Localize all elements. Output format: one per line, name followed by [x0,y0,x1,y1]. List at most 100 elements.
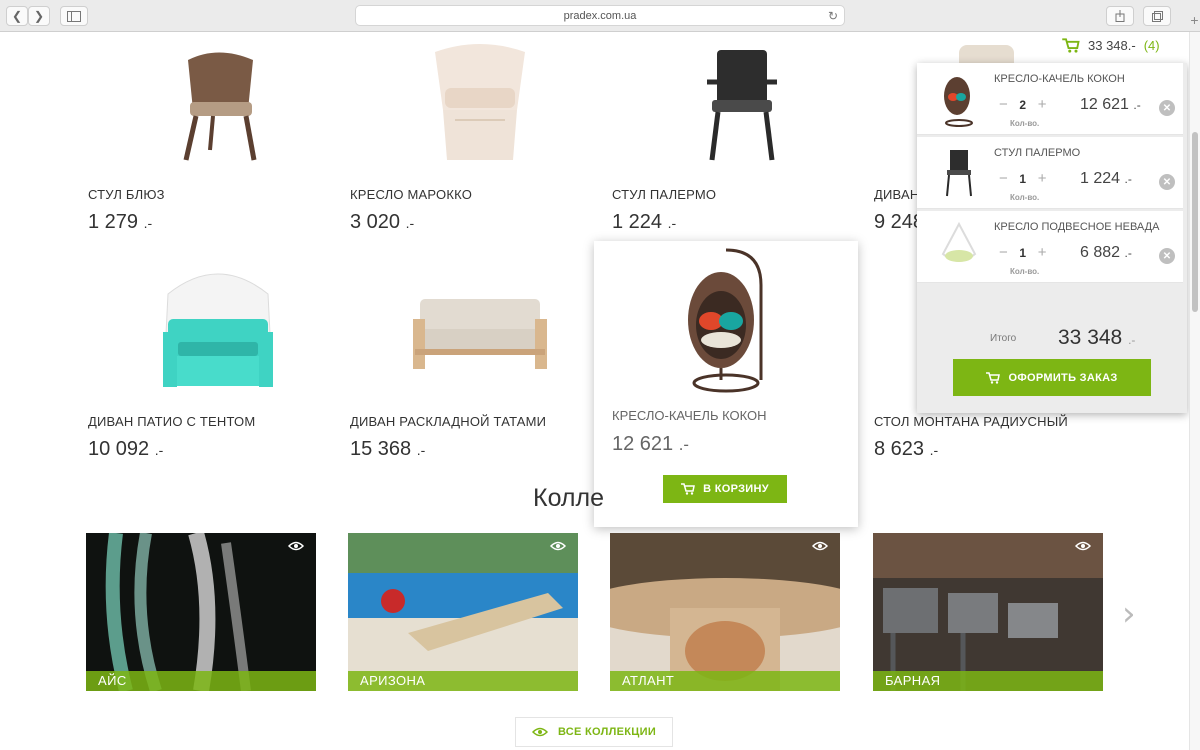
product-name[interactable]: ДИВАН РАСКЛАДНОЙ ТАТАМИ [350,414,546,429]
total-label: Итого [990,333,1017,344]
eye-icon[interactable] [550,541,566,551]
share-icon [1115,10,1125,22]
quantity-value[interactable]: 1 [1018,172,1028,186]
product-card-hovered[interactable]: КРЕСЛО-КАЧЕЛЬ КОКОН 12 621 .- В КОРЗИНУ [594,241,858,527]
product-image[interactable] [138,264,298,394]
collection-card[interactable]: БАРНАЯ [873,533,1103,691]
cart-item-name[interactable]: КРЕСЛО ПОДВЕСНОЕ НЕВАДА [994,221,1159,233]
product-image[interactable] [138,37,298,167]
collection-label[interactable]: АТЛАНТ [610,671,840,691]
collection-card[interactable]: АРИЗОНА [348,533,578,691]
scrollbar-thumb[interactable] [1192,132,1198,312]
quantity-stepper: − 1 + [999,170,1047,187]
collection-card[interactable]: АЙС [86,533,316,691]
product-price: 8 623 .- [874,438,939,460]
product-name[interactable]: ДИВАН [874,187,919,202]
cart-icon [986,371,1001,384]
page: СТУЛ БЛЮЗ 1 279 .- КРЕСЛО МАРОККО 3 020 … [0,32,1200,750]
product-card[interactable]: КРЕСЛО МАРОККО 3 020 .- [350,37,612,263]
all-collections-button[interactable]: ВСЕ КОЛЛЕКЦИИ [515,717,673,747]
product-name[interactable]: СТУЛ ПАЛЕРМО [612,187,716,202]
back-button[interactable]: ❮ [6,6,28,26]
sidebar-icon [67,10,81,22]
collection-image [873,533,1103,691]
minus-icon[interactable]: − [999,170,1008,187]
product-name[interactable]: СТОЛ МОНТАНА РАДИУСНЫЙ [874,414,1068,429]
minus-icon[interactable]: − [999,96,1008,113]
product-image[interactable] [676,245,776,397]
product-price: 1 224 .- [612,211,677,233]
checkout-label: ОФОРМИТЬ ЗАКАЗ [1008,371,1118,384]
product-price: 10 092 .- [88,438,164,460]
carousel-next-icon[interactable]: › [1122,594,1136,634]
collections-title: Колле [533,484,604,512]
plus-icon[interactable]: + [1038,170,1047,187]
add-to-cart-button[interactable]: В КОРЗИНУ [663,475,787,503]
product-name[interactable]: КРЕСЛО МАРОККО [350,187,472,202]
cart-icon [681,483,696,495]
product-price: 3 020 .- [350,211,415,233]
address-bar[interactable]: pradex.com.ua ↻ [355,5,845,26]
cart-dropdown: КРЕСЛО-КАЧЕЛЬ КОКОН − 2 + Кол-во. 12 621… [917,63,1187,413]
product-price: 15 368 .- [350,438,426,460]
forward-button[interactable]: ❯ [28,6,50,26]
cart-total: 33 348.- [1088,38,1136,53]
eye-icon [531,727,548,737]
cart-item-name[interactable]: КРЕСЛО-КАЧЕЛЬ КОКОН [994,73,1125,85]
cart-item-image [937,143,981,203]
cart-item-image [937,217,981,277]
product-image[interactable] [662,37,822,167]
product-card[interactable]: ДИВАН РАСКЛАДНОЙ ТАТАМИ 15 368 .- [350,264,612,490]
product-name[interactable]: КРЕСЛО-КАЧЕЛЬ КОКОН [612,408,767,423]
remove-item-icon[interactable]: ✕ [1159,174,1175,190]
collection-label[interactable]: АРИЗОНА [348,671,578,691]
collection-image [105,533,251,691]
collection-label[interactable]: БАРНАЯ [873,671,1103,691]
quantity-label: Кол-во. [1010,193,1040,202]
cart-item: КРЕСЛО ПОДВЕСНОЕ НЕВАДА − 1 + Кол-во. 6 … [917,211,1183,283]
product-card[interactable]: СТУЛ БЛЮЗ 1 279 .- [88,37,350,263]
plus-icon[interactable]: + [1038,244,1047,261]
cart-item-image [937,69,981,129]
reload-icon[interactable]: ↻ [828,9,838,23]
product-name[interactable]: СТУЛ БЛЮЗ [88,187,165,202]
all-collections-label: ВСЕ КОЛЛЕКЦИИ [557,726,657,738]
product-price: 1 279 .- [88,211,153,233]
eye-icon[interactable] [288,541,304,551]
cart-item-name[interactable]: СТУЛ ПАЛЕРМО [994,147,1080,159]
remove-item-icon[interactable]: ✕ [1159,248,1175,264]
add-to-cart-label: В КОРЗИНУ [703,483,769,495]
product-card[interactable]: ДИВАН ПАТИО С ТЕНТОМ 10 092 .- [88,264,350,490]
share-button[interactable] [1106,6,1134,26]
product-price: 12 621 .- [612,433,689,455]
eye-icon[interactable] [1075,541,1091,551]
product-image[interactable] [400,264,560,394]
checkout-button[interactable]: ОФОРМИТЬ ЗАКАЗ [953,359,1151,396]
eye-icon[interactable] [812,541,828,551]
remove-item-icon[interactable]: ✕ [1159,100,1175,116]
quantity-value[interactable]: 1 [1018,246,1028,260]
browser-toolbar: ❮ ❯ pradex.com.ua ↻ [0,0,1200,32]
product-name[interactable]: ДИВАН ПАТИО С ТЕНТОМ [88,414,255,429]
collection-image [348,533,578,691]
cart-item-price: 6 882 .- [1080,244,1132,261]
product-image[interactable] [400,37,560,167]
collection-card[interactable]: АТЛАНТ [610,533,840,691]
collection-label[interactable]: АЙС [86,671,316,691]
sidebar-toggle-button[interactable] [60,6,88,26]
quantity-stepper: − 1 + [999,244,1047,261]
new-tab-button[interactable]: + [1189,12,1200,32]
cart-count: (4) [1143,38,1160,53]
plus-icon[interactable]: + [1038,96,1047,113]
cart-summary[interactable]: 33 348.- (4) [1062,38,1160,53]
cart-icon [1062,38,1080,53]
quantity-value[interactable]: 2 [1018,98,1028,112]
cart-item-price: 12 621 .- [1080,96,1141,113]
cart-item-price: 1 224 .- [1080,170,1132,187]
cart-item: СТУЛ ПАЛЕРМО − 1 + Кол-во. 1 224 .- ✕ [917,137,1183,209]
scrollbar[interactable] [1189,32,1200,750]
tabs-button[interactable] [1143,6,1171,26]
url-text: pradex.com.ua [563,9,637,22]
minus-icon[interactable]: − [999,244,1008,261]
product-card[interactable]: СТУЛ ПАЛЕРМО 1 224 .- [612,37,874,263]
